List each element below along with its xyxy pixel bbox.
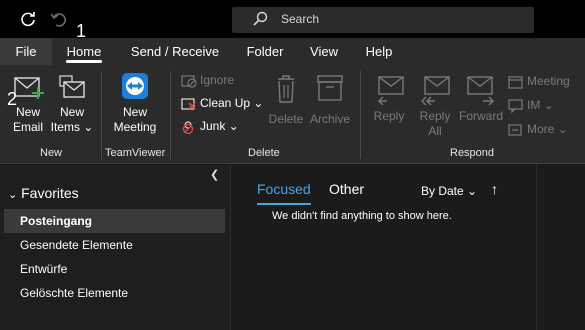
message-list: Focused Other By Date ⌄ ↑ We didn't find… (231, 165, 585, 330)
folder-item-entwuerfe[interactable]: Entwürfe (4, 257, 225, 281)
delete-button[interactable]: Delete (266, 73, 306, 127)
more-icon (508, 123, 524, 137)
tab-home-underline (66, 60, 102, 63)
archive-icon (317, 75, 343, 101)
archive-button[interactable]: Archive (308, 73, 352, 127)
folder-pane: ❮ ⌄ Favorites Posteingang Gesendete Elem… (0, 165, 230, 330)
reply-all-button[interactable]: Reply All (414, 73, 456, 139)
tab-help[interactable]: Help (358, 38, 400, 65)
meeting-icon (508, 75, 524, 89)
clean-up-button[interactable]: Clean Up ⌄ (181, 94, 263, 112)
archive-label: Archive (309, 112, 350, 126)
tab-file[interactable]: File (0, 38, 52, 65)
group-separator (360, 71, 361, 159)
teamviewer-icon (122, 73, 148, 99)
more-label: More ⌄ (527, 122, 568, 136)
chevron-down-icon: ⌄ (8, 189, 18, 201)
folder-item-geloeschte[interactable]: Gelöschte Elemente (4, 281, 225, 305)
tab-focused-label: Focused (257, 181, 311, 197)
tab-view[interactable]: View (304, 38, 344, 65)
reply-button[interactable]: Reply (368, 73, 410, 124)
new-meeting-label: New Meeting (113, 105, 157, 134)
reply-all-label: Reply All (419, 109, 451, 138)
sort-direction-icon[interactable]: ↑ (491, 181, 498, 197)
im-label: IM ⌄ (527, 98, 554, 112)
group-new-label: New (40, 147, 63, 159)
forward-button[interactable]: Forward (457, 73, 505, 124)
tab-other[interactable]: Other (329, 181, 364, 197)
annotation-1: 1 (76, 21, 87, 41)
tab-home[interactable]: Home (62, 38, 106, 65)
new-items-label: New Items ⌄ (50, 105, 94, 134)
tab-send-receive[interactable]: Send / Receive (126, 38, 224, 65)
forward-icon (467, 76, 494, 106)
tab-folder[interactable]: Folder (240, 38, 290, 65)
search-icon (252, 11, 268, 32)
more-button[interactable]: More ⌄ (508, 120, 568, 138)
favorites-label: Favorites (21, 185, 79, 201)
menu-bar: File Home Send / Receive Folder View Hel… (0, 38, 585, 65)
group-delete-label: Delete (248, 147, 280, 159)
folder-item-posteingang[interactable]: Posteingang (4, 209, 225, 233)
reply-all-icon (421, 76, 450, 106)
tab-home-label: Home (66, 44, 102, 59)
ignore-label: Ignore (200, 73, 235, 87)
im-button[interactable]: IM ⌄ (508, 96, 554, 114)
group-separator (101, 71, 102, 159)
group-separator (170, 71, 171, 159)
delete-label: Delete (268, 112, 304, 126)
junk-button[interactable]: Junk ⌄ (181, 117, 239, 135)
ribbon: New Email New Items ⌄ New New Meeting Te… (0, 65, 585, 164)
clean-up-icon (181, 97, 197, 111)
group-respond-label: Respond (450, 147, 495, 159)
empty-list-message: We didn't find anything to show here. (272, 210, 452, 222)
new-meeting-button[interactable]: New Meeting (106, 71, 164, 135)
reading-pane-divider[interactable] (536, 165, 537, 330)
title-bar: Search (0, 0, 585, 38)
search-placeholder: Search (281, 12, 320, 26)
meeting-label: Meeting (527, 74, 570, 88)
forward-label: Forward (458, 109, 503, 123)
tab-focused-underline (257, 203, 311, 205)
collapse-pane-icon[interactable]: ❮ (210, 168, 219, 181)
undo-icon[interactable] (48, 9, 68, 29)
ignore-icon (181, 74, 197, 88)
ignore-button[interactable]: Ignore (181, 71, 234, 89)
junk-label: Junk ⌄ (200, 119, 239, 133)
delete-icon (278, 75, 294, 103)
new-items-button[interactable]: New Items ⌄ (50, 73, 94, 135)
annotation-2: 2 (7, 89, 18, 109)
search-box[interactable]: Search (232, 7, 534, 33)
favorites-header[interactable]: ⌄ Favorites (8, 185, 79, 201)
folder-item-gesendete[interactable]: Gesendete Elemente (4, 233, 225, 257)
junk-icon (181, 120, 197, 135)
sort-by-date-dropdown[interactable]: By Date ⌄ (421, 184, 477, 198)
clean-up-label: Clean Up ⌄ (200, 96, 264, 110)
meeting-button[interactable]: Meeting (508, 72, 570, 90)
reply-icon (378, 76, 404, 106)
new-items-icon (59, 75, 85, 98)
sync-icon[interactable] (18, 9, 38, 29)
group-teamviewer-label: TeamViewer (105, 147, 166, 159)
im-icon (508, 99, 524, 114)
tab-focused[interactable]: Focused (257, 181, 311, 205)
reply-label: Reply (373, 109, 405, 123)
